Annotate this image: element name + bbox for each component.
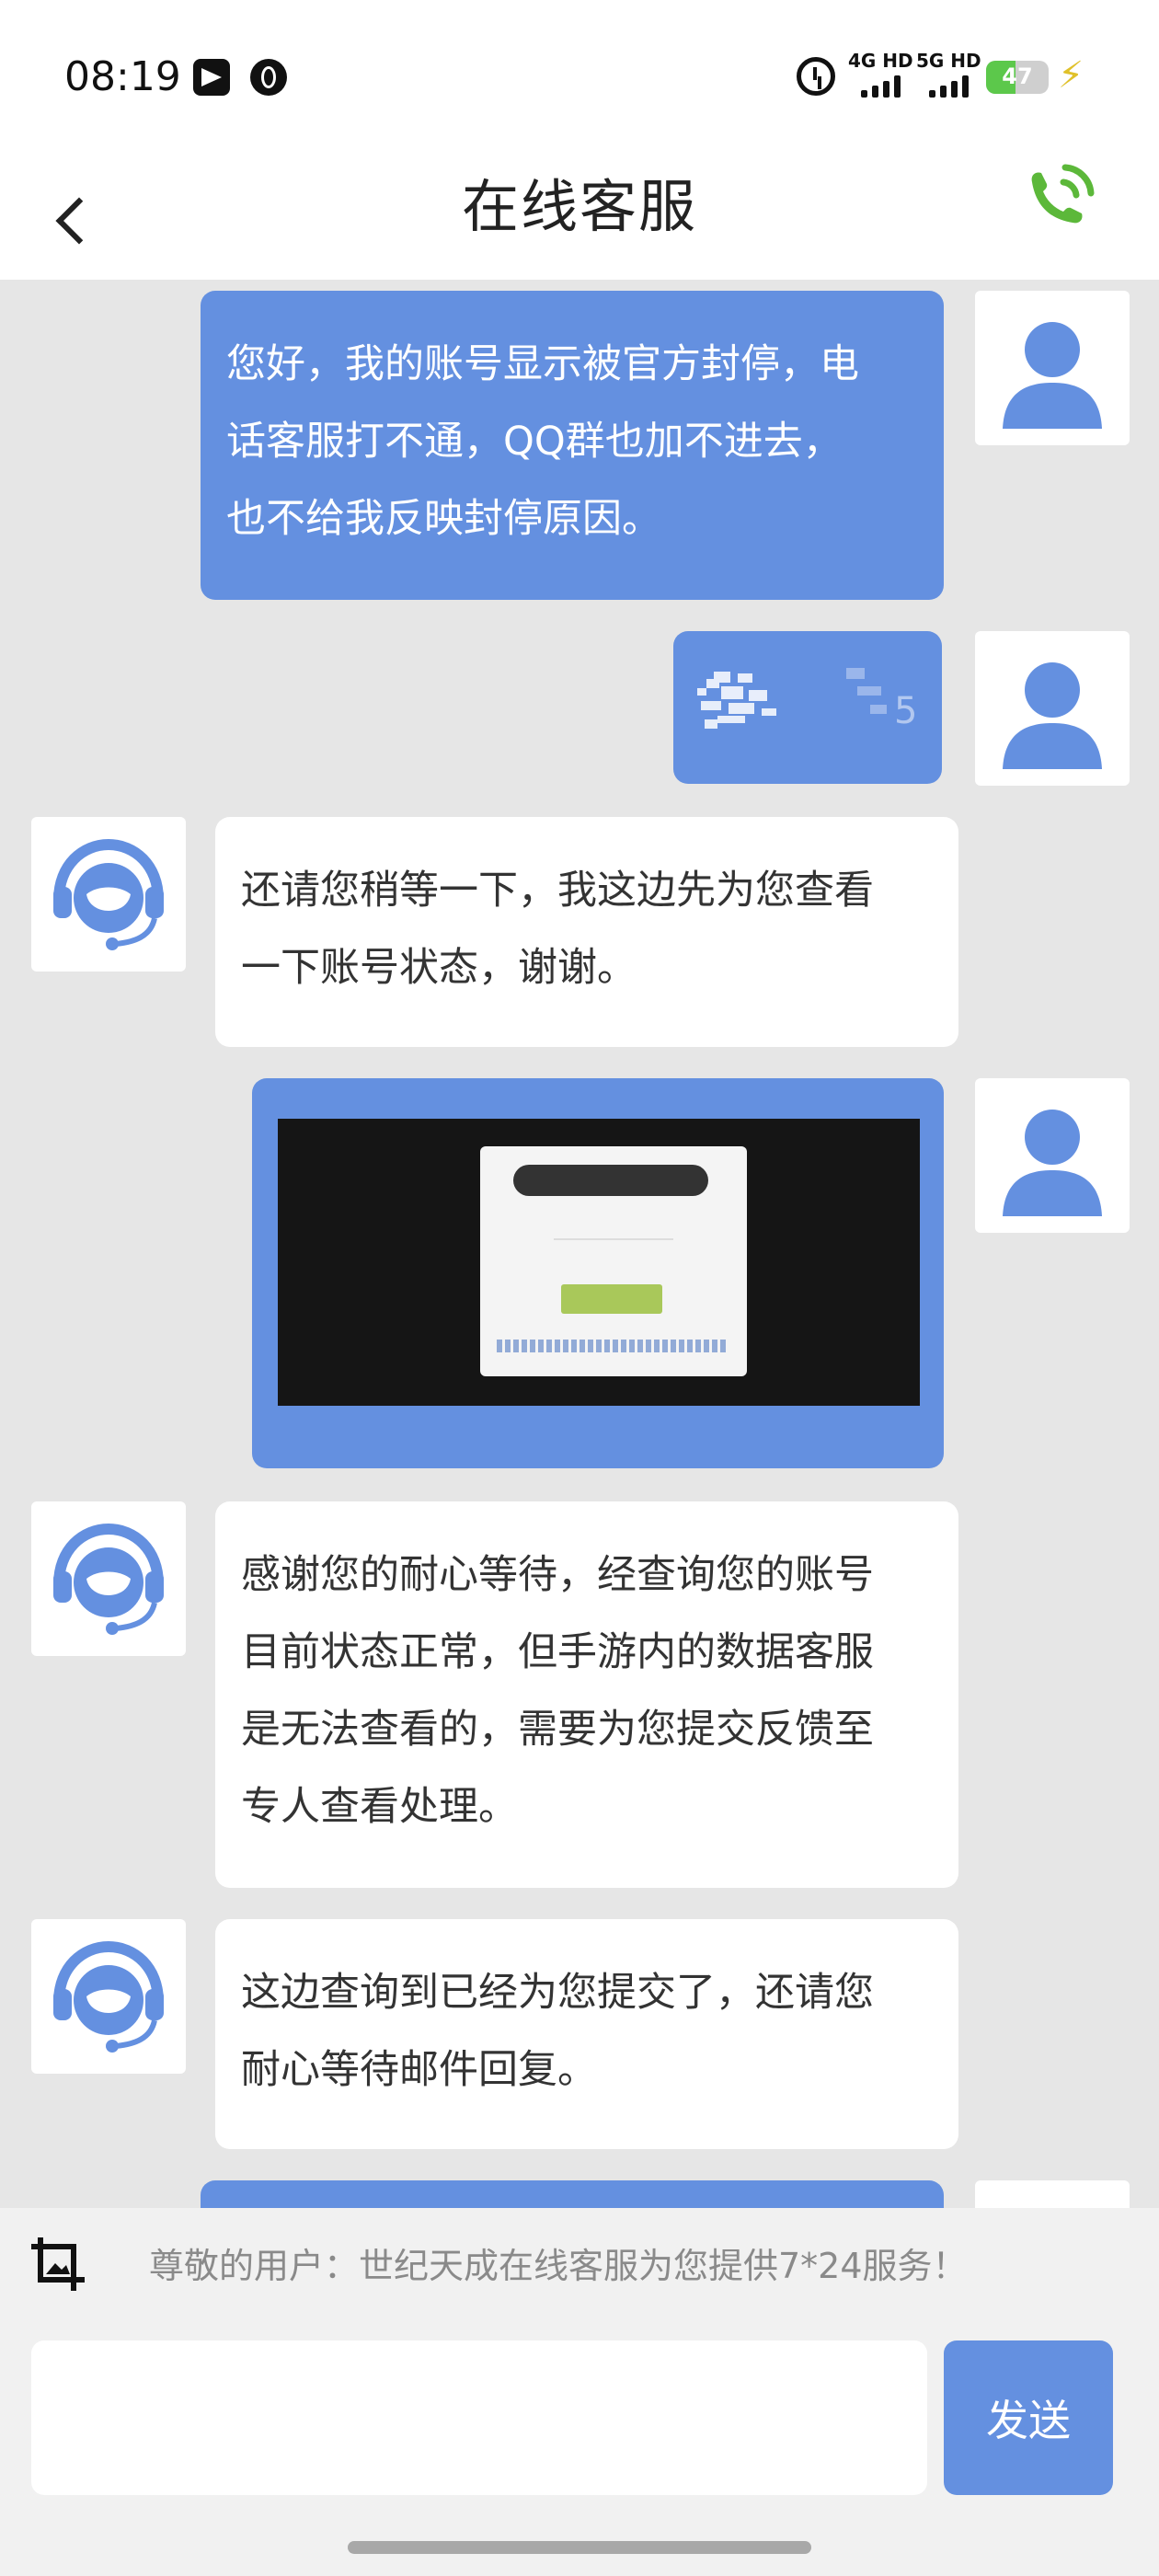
thumbnail-dialog-header (513, 1165, 708, 1196)
agent-avatar (31, 1919, 186, 2074)
agent-avatar (31, 1501, 186, 1656)
home-indicator[interactable] (348, 2541, 811, 2554)
page-title: 在线客服 (461, 173, 697, 240)
user-avatar (975, 1078, 1130, 1233)
agent-message-bubble: 感谢您的耐心等待，经查询您的账号 目前状态正常，但手游内的数据客服 是无法查看的… (215, 1501, 958, 1888)
message-line: 也不给我反映封停原因。 (226, 496, 661, 542)
battery-percent: 47 (1002, 63, 1033, 89)
crop-icon[interactable] (28, 2234, 88, 2294)
phone-call-icon[interactable] (1012, 155, 1104, 247)
user-image-message[interactable] (252, 1078, 944, 1468)
svg-text:5: 5 (894, 690, 917, 732)
network-label-2: 5G HD (916, 50, 981, 72)
status-bar: 08:19 4G HD 5G HD 47 ⚡ (0, 0, 1159, 156)
globe-icon (250, 59, 287, 96)
message-line: 专人查看处理。 (241, 1784, 518, 1830)
network-label-1: 4G HD (848, 50, 913, 72)
message-input[interactable] (31, 2340, 927, 2495)
service-notice: 尊敬的用户：世纪天成在线客服为您提供7*24服务！ (149, 2246, 968, 2286)
telegram-icon (193, 59, 230, 96)
screenshot-thumbnail (278, 1119, 920, 1406)
message-line: 一下账号状态，谢谢。 (241, 945, 637, 991)
message-line: 这边查询到已经为您提交了，还请您 (241, 1970, 874, 2016)
message-line: 耐心等待邮件回复。 (241, 2047, 597, 2093)
message-line: 感谢您的耐心等待，经查询您的账号 (241, 1552, 874, 1598)
message-line: 您好，我的账号显示被官方封停，电 (226, 341, 859, 387)
user-image-message[interactable]: 5 (673, 631, 942, 784)
message-line: 是无法查看的，需要为您提交反馈至 (241, 1707, 874, 1753)
battery-icon: 47 (986, 61, 1049, 94)
signal-bars-2-icon (929, 74, 969, 98)
signal-bars-1-icon (861, 74, 901, 98)
send-button[interactable]: 发送 (944, 2340, 1113, 2495)
user-message-bubble: 您好，我的账号显示被官方封停，电 话客服打不通，QQ群也加不进去， 也不给我反映… (201, 291, 944, 600)
user-avatar (975, 291, 1130, 445)
thumbnail-dialog-button (561, 1284, 662, 1314)
thumbnail-dialog-footer (497, 1340, 727, 1352)
message-line: 话客服打不通，QQ群也加不进去， (226, 419, 843, 465)
user-avatar (975, 631, 1130, 786)
agent-message-bubble: 还请您稍等一下，我这边先为您查看 一下账号状态，谢谢。 (215, 817, 958, 1047)
thumbnail-dialog (480, 1146, 747, 1376)
status-time: 08:19 (64, 53, 181, 100)
agent-message-bubble: 这边查询到已经为您提交了，还请您 耐心等待邮件回复。 (215, 1919, 958, 2149)
charging-icon: ⚡ (1058, 54, 1084, 97)
message-line: 目前状态正常，但手游内的数据客服 (241, 1629, 874, 1675)
agent-avatar (31, 817, 186, 972)
message-line: 还请您稍等一下，我这边先为您查看 (241, 868, 874, 914)
alarm-icon (797, 57, 835, 96)
thumbnail-dialog-divider (554, 1238, 673, 1240)
